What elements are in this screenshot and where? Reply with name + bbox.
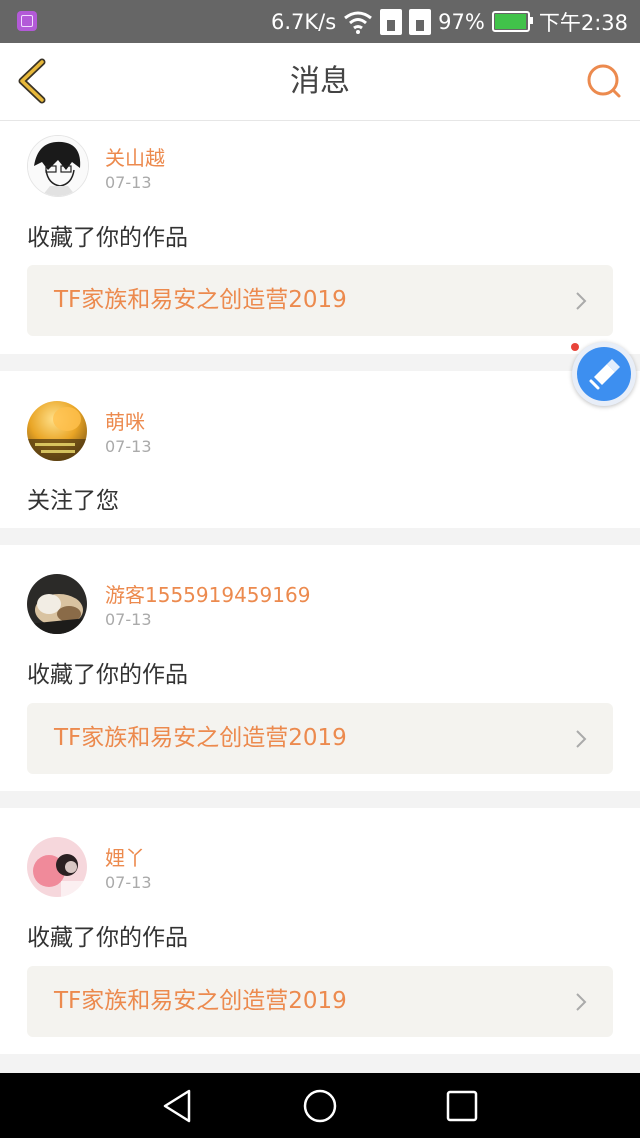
sim-card-icon	[409, 8, 432, 35]
user-name[interactable]: 关山越	[105, 142, 165, 171]
navigation-bar	[0, 1073, 640, 1138]
action-text: 关注了您	[27, 488, 119, 514]
status-bar: 6.7K/s 97% 下午2:38	[0, 0, 640, 43]
chevron-right-icon	[576, 292, 587, 310]
network-speed: 6.7K/s	[270, 9, 337, 34]
separator	[0, 354, 640, 371]
message-item: 娌丫 07-13 收藏了你的作品 TF家族和易安之创造营2019	[0, 808, 640, 1054]
sim-card-icon	[380, 8, 403, 35]
gallery-app-icon	[17, 11, 37, 31]
action-text: 收藏了你的作品	[27, 925, 188, 951]
brush-icon	[589, 359, 620, 390]
avatar[interactable]	[27, 837, 87, 897]
floating-tool-button[interactable]	[572, 342, 636, 406]
avatar-illustration	[28, 136, 88, 196]
work-title: TF家族和易安之创造营2019	[54, 988, 347, 1014]
recents-square-icon[interactable]	[441, 1085, 483, 1127]
float-tool-icon	[577, 347, 631, 401]
message-date: 07-13	[105, 610, 152, 629]
avatar[interactable]	[27, 401, 87, 461]
message-item: 关山越 07-13 收藏了你的作品 TF家族和易安之创造营2019	[0, 121, 640, 354]
separator	[0, 1054, 640, 1073]
user-name[interactable]: 娌丫	[105, 842, 145, 871]
message-date: 07-13	[105, 173, 152, 192]
wifi-icon	[344, 11, 373, 34]
clock: 下午2:38	[538, 10, 628, 35]
separator	[0, 791, 640, 808]
avatar[interactable]	[27, 135, 89, 197]
work-title: TF家族和易安之创造营2019	[54, 725, 347, 751]
message-item: 游客1555919459169 07-13 收藏了你的作品 TF家族和易安之创造…	[0, 545, 640, 791]
notification-dot	[571, 343, 579, 351]
work-link[interactable]: TF家族和易安之创造营2019	[27, 265, 613, 336]
avatar-illustration	[27, 837, 87, 897]
battery-percent: 97%	[438, 9, 485, 34]
action-text: 收藏了你的作品	[27, 662, 188, 688]
search-icon[interactable]	[585, 62, 625, 102]
user-name[interactable]: 游客1555919459169	[105, 579, 310, 608]
back-triangle-icon[interactable]	[157, 1085, 199, 1127]
status-icons: 6.7K/s 97% 下午2:38	[271, 0, 628, 43]
work-link[interactable]: TF家族和易安之创造营2019	[27, 966, 613, 1037]
separator	[0, 528, 640, 545]
header: 消息	[0, 43, 640, 121]
action-text: 收藏了你的作品	[27, 225, 188, 251]
battery-charging-icon	[491, 11, 533, 32]
message-date: 07-13	[105, 873, 152, 892]
chevron-right-icon	[576, 993, 587, 1011]
avatar-illustration	[27, 401, 87, 461]
chevron-right-icon	[576, 730, 587, 748]
message-item: 萌咪 07-13 关注了您	[0, 371, 640, 528]
work-link[interactable]: TF家族和易安之创造营2019	[27, 703, 613, 774]
home-circle-icon[interactable]	[299, 1085, 341, 1127]
work-title: TF家族和易安之创造营2019	[54, 287, 347, 313]
user-name[interactable]: 萌咪	[105, 406, 145, 435]
avatar-illustration	[27, 574, 87, 634]
avatar[interactable]	[27, 574, 87, 634]
message-date: 07-13	[105, 437, 152, 456]
page-title: 消息	[290, 64, 350, 99]
